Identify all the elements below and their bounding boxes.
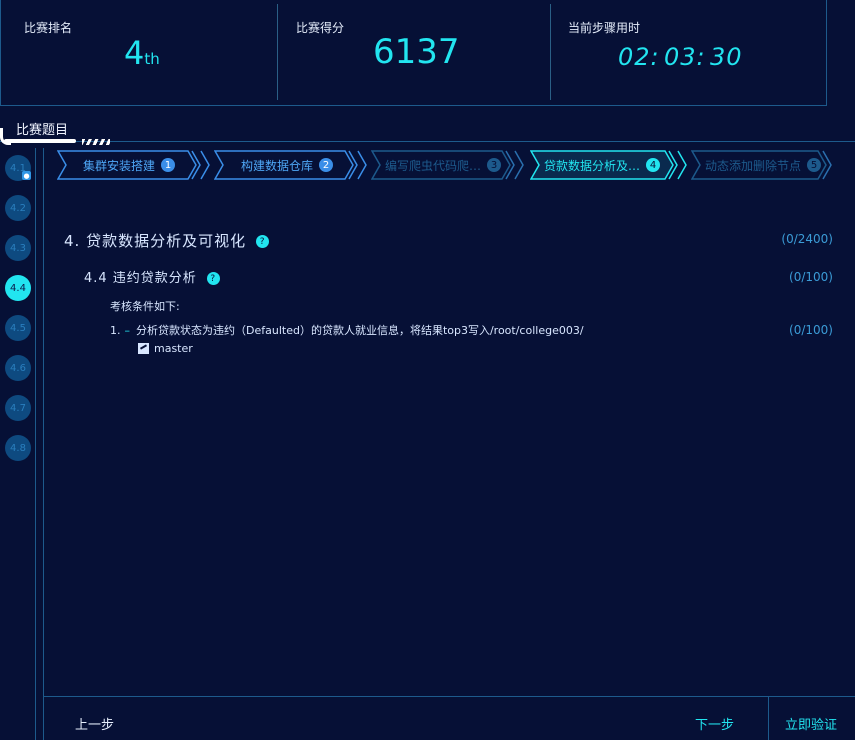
- tab-step-5[interactable]: 动态添加删除节点 5: [691, 148, 855, 182]
- sidebar-divider: [43, 148, 44, 740]
- tab-number: 5: [807, 158, 822, 172]
- verify-button[interactable]: 立即验证: [785, 714, 837, 733]
- condition-dash-icon: –: [124, 324, 131, 337]
- help-icon[interactable]: ?: [256, 235, 270, 248]
- condition-number: 1.: [110, 324, 121, 337]
- tab-number: 3: [487, 158, 502, 172]
- subtask-title: 4.4 违约贷款分析: [84, 271, 197, 286]
- substep-4-5[interactable]: 4.5: [5, 315, 31, 341]
- substep-4-7[interactable]: 4.7: [5, 395, 31, 421]
- tab-step-2[interactable]: 构建数据仓库 2: [214, 148, 369, 182]
- stripes-decoration: [82, 139, 110, 145]
- score-value: 6137: [373, 32, 460, 72]
- section-divider: [0, 141, 855, 142]
- tab-step-3[interactable]: 编写爬虫代码爬… 3: [371, 148, 526, 182]
- condition-item: 1. – 分析贷款状态为违约（Defaulted）的贷款人就业信息，将结果top3写…: [110, 322, 584, 338]
- branch-info: master: [138, 342, 193, 355]
- substep-4-6[interactable]: 4.6: [5, 355, 31, 381]
- tab-step-4[interactable]: 贷款数据分析及… 4: [530, 148, 690, 182]
- tab-label: 构建数据仓库: [241, 158, 314, 173]
- time-label: 当前步骤用时: [568, 21, 641, 35]
- rank-suffix: th: [144, 50, 160, 68]
- section-title: 比赛题目: [16, 123, 69, 138]
- substep-4-3[interactable]: 4.3: [5, 235, 31, 261]
- footer-separator: [768, 697, 769, 740]
- tab-number: 1: [161, 158, 176, 172]
- prev-step-button[interactable]: 上一步: [75, 714, 114, 733]
- stats-divider: [277, 4, 278, 100]
- substep-4-2[interactable]: 4.2: [5, 195, 31, 221]
- rank-number: 4: [124, 34, 145, 72]
- timer-seconds: 30: [710, 43, 743, 71]
- footer-divider: [44, 696, 855, 697]
- subtask-score: (0/100): [789, 270, 833, 284]
- help-icon[interactable]: ?: [206, 272, 220, 285]
- task-heading: 4. 贷款数据分析及可视化?: [64, 230, 270, 251]
- stats-divider: [550, 4, 551, 100]
- score-label: 比赛得分: [296, 21, 345, 35]
- tab-label: 集群安装搭建: [83, 158, 156, 173]
- condition-text: 分析贷款状态为违约（Defaulted）的贷款人就业信息，将结果top3写入/r…: [136, 324, 584, 337]
- tab-step-1[interactable]: 集群安装搭建 1: [57, 148, 212, 182]
- next-step-button[interactable]: 下一步: [695, 714, 734, 733]
- tab-number: 4: [646, 158, 661, 172]
- substep-4-4[interactable]: 4.4: [5, 275, 31, 301]
- branch-name: master: [154, 342, 193, 355]
- tab-number: 2: [319, 158, 334, 172]
- rank-label: 比赛排名: [24, 21, 73, 35]
- section-underline: [4, 139, 76, 143]
- tab-label: 编写爬虫代码爬…: [385, 158, 482, 173]
- task-title: 4. 贷款数据分析及可视化: [64, 232, 247, 250]
- task-score: (0/2400): [781, 232, 833, 246]
- timer-minutes: 03:: [664, 43, 706, 71]
- conditions-label: 考核条件如下:: [110, 300, 180, 313]
- lock-icon: ●: [22, 171, 31, 180]
- tab-label: 贷款数据分析及…: [544, 158, 641, 173]
- rank-value: 4th: [124, 34, 160, 72]
- condition-score: (0/100): [789, 323, 833, 337]
- subtask-heading: 4.4 违约贷款分析?: [84, 267, 220, 286]
- tab-label: 动态添加删除节点: [705, 158, 802, 173]
- flag-icon: [138, 343, 149, 354]
- timer-hours: 02:: [618, 43, 660, 71]
- substep-4-8[interactable]: 4.8: [5, 435, 31, 461]
